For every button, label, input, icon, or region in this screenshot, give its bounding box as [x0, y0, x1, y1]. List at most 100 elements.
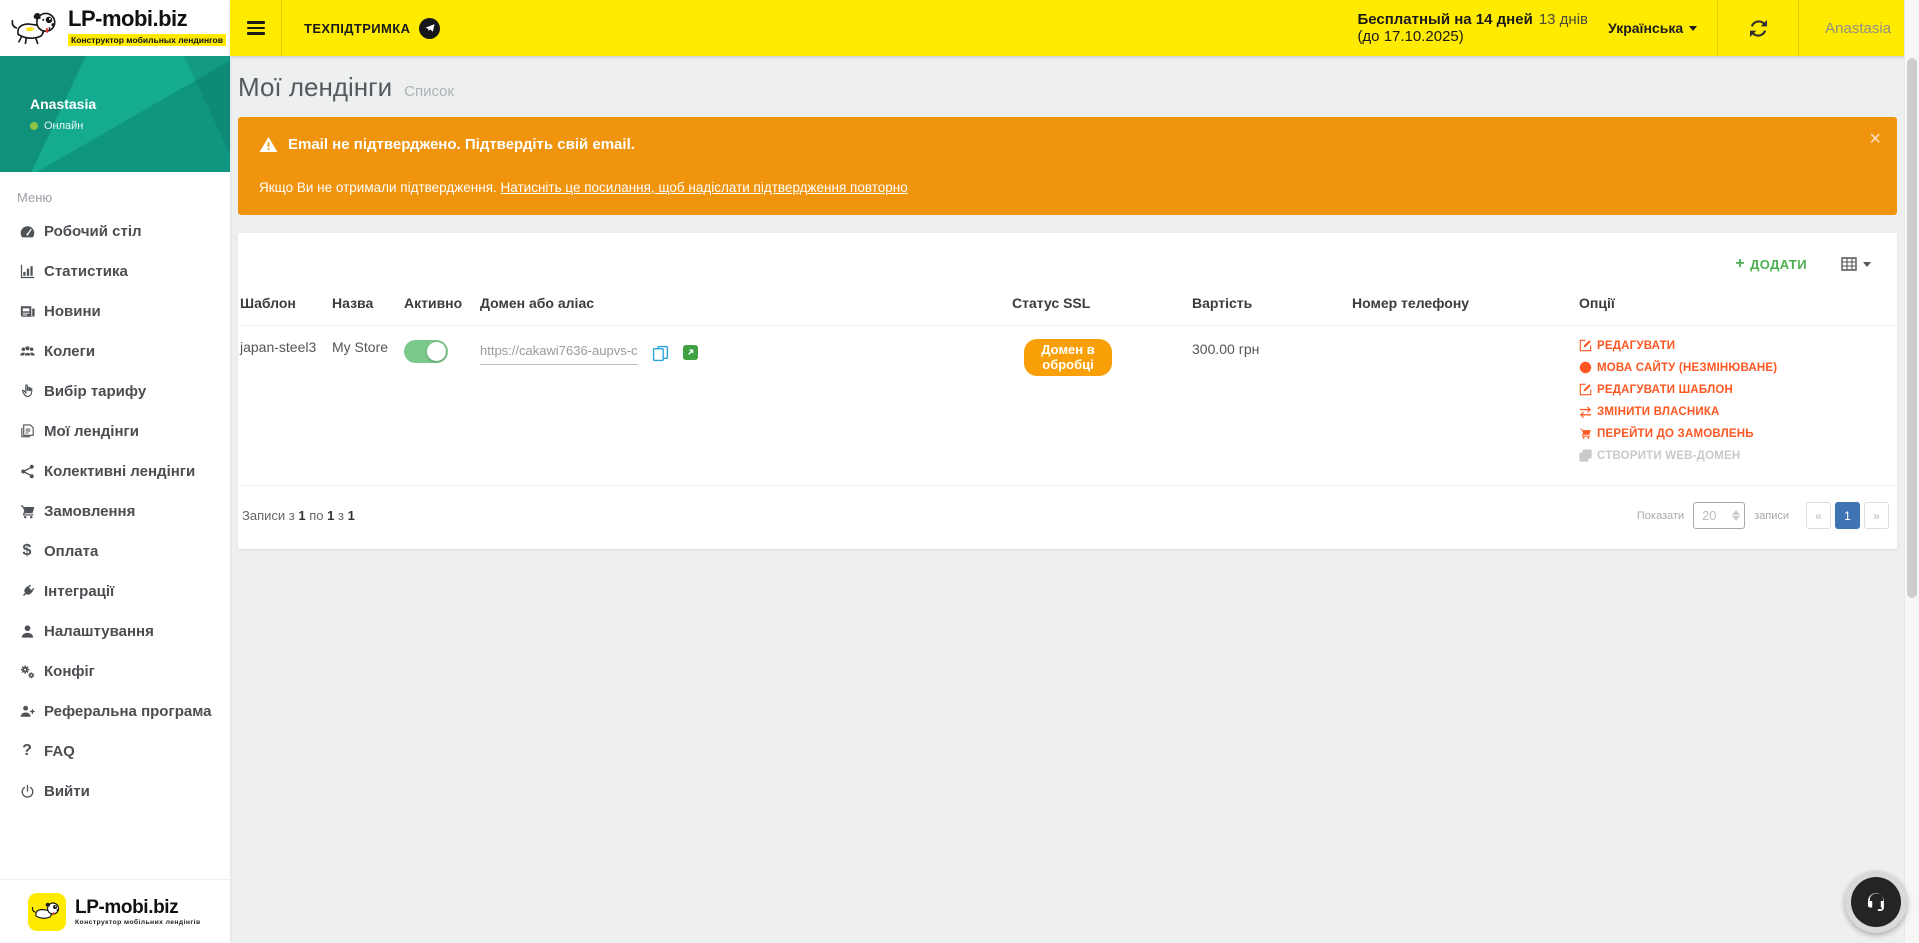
option-go-to-orders[interactable]: ПЕРЕЙТИ ДО ЗАМОВЛЕНЬ	[1579, 427, 1887, 440]
spinner-icon	[1732, 510, 1740, 521]
main-content: Мої лендінги Список Email не підтверджен…	[230, 56, 1904, 943]
headset-icon	[1863, 889, 1890, 916]
dollar-icon: $	[18, 542, 36, 560]
online-status-icon	[30, 122, 38, 130]
external-link-icon[interactable]	[683, 345, 698, 360]
sidebar-item-logout[interactable]: Вийти	[0, 771, 230, 811]
show-label: Показати	[1637, 510, 1684, 522]
users-icon	[18, 342, 36, 360]
footer-logo-title: LP-mobi.biz	[75, 898, 201, 917]
sidebar: Anastasia Онлайн Меню Робочий стіл Стати…	[0, 56, 230, 943]
sidebar-item-integrations[interactable]: Інтеграції	[0, 571, 230, 611]
sidebar-user-panel: Anastasia Онлайн	[0, 56, 230, 172]
sidebar-toggle-button[interactable]	[230, 0, 282, 56]
domain-input[interactable]	[480, 339, 638, 365]
sidebar-item-config[interactable]: Конфіг	[0, 651, 230, 691]
columns-dropdown-button[interactable]	[1841, 256, 1871, 272]
sidebar-item-faq[interactable]: ? FAQ	[0, 731, 230, 771]
refresh-button[interactable]	[1738, 0, 1778, 56]
exchange-icon	[1579, 405, 1592, 418]
page-size-input[interactable]	[1693, 502, 1745, 529]
page-1-button[interactable]: 1	[1835, 502, 1860, 529]
landings-card: + ДОДАТИ Шаблон Назва Активно Домен або …	[238, 233, 1897, 549]
topbar: LP-mobi.biz Конструктор мобильных лендин…	[0, 0, 1919, 56]
alert-text: Якщо Ви не отримали підтвердження.	[259, 180, 501, 195]
table-footer: Записи з 1 по 1 з 1 Показати записи « 1 …	[238, 486, 1897, 547]
page-subtitle: Список	[404, 83, 454, 100]
topbar-right-group: Бесплатный на 14 дней13 днів (до 17.10.2…	[1357, 0, 1919, 56]
records-label: записи	[1754, 510, 1789, 522]
sidebar-user-status: Онлайн	[44, 120, 83, 132]
sidebar-item-orders[interactable]: Замовлення	[0, 491, 230, 531]
add-landing-button[interactable]: + ДОДАТИ	[1735, 257, 1807, 272]
sidebar-item-desktop[interactable]: Робочий стіл	[0, 211, 230, 251]
cart-icon	[1579, 427, 1592, 440]
edit-icon	[1579, 383, 1592, 396]
sidebar-item-referral[interactable]: Реферальна програма	[0, 691, 230, 731]
hamburger-icon	[247, 18, 265, 37]
scrollbar-thumb[interactable]	[1907, 58, 1917, 598]
sidebar-item-news[interactable]: Новини	[0, 291, 230, 331]
sidebar-item-collective-landings[interactable]: Колективні лендінги	[0, 451, 230, 491]
option-site-language[interactable]: МОВА САЙТУ (НЕЗМІНЮВАНЕ)	[1579, 361, 1887, 374]
sidebar-item-payment[interactable]: $ Оплата	[0, 531, 230, 571]
col-header-name: Назва	[332, 295, 404, 311]
warning-icon	[259, 136, 278, 153]
option-edit-template[interactable]: РЕДАГУВАТИ ШАБЛОН	[1579, 383, 1887, 396]
prev-page-button[interactable]: «	[1806, 502, 1831, 529]
col-header-ssl: Статус SSL	[1012, 295, 1192, 311]
card-toolbar: + ДОДАТИ	[238, 233, 1897, 285]
topbar-username[interactable]: Anastasia	[1819, 20, 1897, 37]
copy-icon[interactable]	[652, 345, 669, 362]
support-label: ТЕХПІДТРИМКА	[304, 21, 410, 36]
language-icon	[1579, 361, 1592, 374]
question-icon: ?	[18, 742, 36, 760]
language-label: Українська	[1608, 20, 1683, 36]
close-icon[interactable]: ×	[1869, 129, 1881, 149]
sidebar-item-my-landings[interactable]: Мої лендінги	[0, 411, 230, 451]
cart-icon	[18, 502, 36, 520]
brand-logo[interactable]: LP-mobi.biz Конструктор мобильных лендин…	[0, 0, 230, 56]
menu-section-label: Меню	[17, 190, 230, 205]
sidebar-item-tariff[interactable]: Вибір тарифу	[0, 371, 230, 411]
sidebar-item-statistics[interactable]: Статистика	[0, 251, 230, 291]
option-change-owner[interactable]: ЗМІНИТИ ВЛАСНИКА	[1579, 405, 1887, 418]
gears-icon	[18, 662, 36, 680]
col-header-active: Активно	[404, 295, 480, 311]
pagination-controls: Показати записи « 1 »	[1637, 502, 1889, 529]
page-size-value	[1702, 508, 1730, 523]
resend-confirmation-link[interactable]: Натисніть це посилання, щоб надіслати пі…	[501, 180, 908, 195]
user-plus-icon	[18, 702, 36, 720]
tariff-info: Бесплатный на 14 дней13 днів (до 17.10.2…	[1357, 11, 1588, 45]
col-header-options: Опції	[1579, 295, 1895, 311]
alert-title: Email не підтверджено. Підтвердіть свій …	[288, 136, 635, 153]
refresh-icon	[1750, 20, 1767, 37]
table-grid-icon	[1841, 256, 1857, 272]
edit-icon	[1579, 339, 1592, 352]
sidebar-user-name: Anastasia	[30, 96, 230, 112]
next-page-button[interactable]: »	[1864, 502, 1889, 529]
row-phone	[1352, 339, 1579, 471]
tariff-until: (до 17.10.2025)	[1357, 28, 1588, 45]
option-create-web-domain[interactable]: СТВОРИТИ WEB-ДОМЕН	[1579, 449, 1887, 462]
dashboard-icon	[18, 222, 36, 240]
sidebar-item-colleagues[interactable]: Колеги	[0, 331, 230, 371]
row-name: My Store	[332, 339, 404, 471]
active-toggle[interactable]	[404, 340, 448, 363]
support-link[interactable]: ТЕХПІДТРИМКА	[282, 18, 462, 39]
support-chat-button[interactable]	[1845, 871, 1907, 933]
ssl-status-badge: Домен в обробці	[1024, 339, 1112, 376]
language-selector[interactable]: Українська	[1608, 20, 1697, 36]
telegram-icon	[419, 18, 440, 39]
logo-subtitle: Конструктор мобильных лендингов	[68, 34, 226, 46]
option-edit[interactable]: РЕДАГУВАТИ	[1579, 339, 1887, 352]
table-header-row: Шаблон Назва Активно Домен або аліас Ста…	[240, 285, 1895, 326]
page-title: Мої лендінги	[238, 72, 392, 103]
sidebar-item-settings[interactable]: Налаштування	[0, 611, 230, 651]
row-domain-cell	[480, 339, 1012, 471]
page-scrollbar[interactable]	[1904, 0, 1919, 943]
records-info: Записи з 1 по 1 з 1	[242, 508, 355, 523]
col-header-domain: Домен або аліас	[480, 295, 1012, 311]
col-header-phone: Номер телефону	[1352, 295, 1579, 311]
hand-pointer-icon	[18, 382, 36, 400]
